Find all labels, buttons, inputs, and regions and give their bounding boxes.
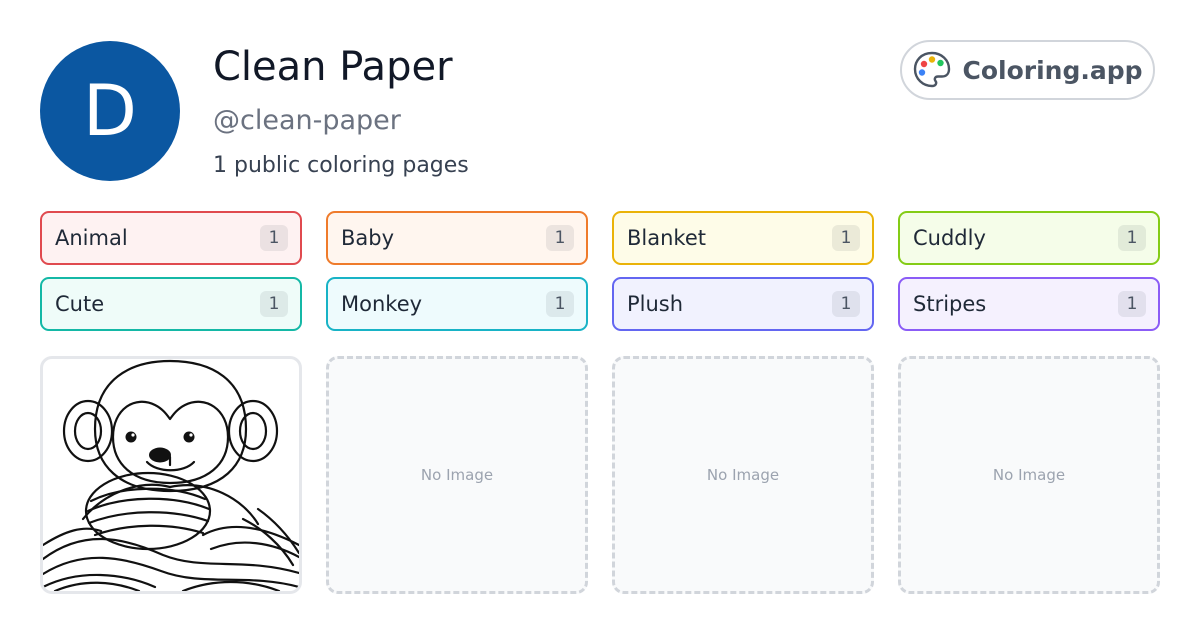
tag-label: Cuddly bbox=[913, 226, 986, 250]
coloring-page-thumbnail bbox=[43, 359, 299, 591]
page-count: 1 public coloring pages bbox=[213, 153, 469, 178]
tag-monkey[interactable]: Monkey 1 bbox=[326, 277, 588, 331]
tag-count: 1 bbox=[832, 291, 860, 317]
tag-count: 1 bbox=[546, 291, 574, 317]
coloring-page-card[interactable] bbox=[40, 356, 302, 594]
brand-button[interactable]: Coloring.app bbox=[900, 40, 1155, 100]
tag-label: Stripes bbox=[913, 292, 987, 316]
tag-count: 1 bbox=[1118, 225, 1146, 251]
no-image-label: No Image bbox=[420, 466, 494, 484]
tag-label: Monkey bbox=[341, 292, 423, 316]
coloring-page-placeholder[interactable]: No Image bbox=[898, 356, 1160, 594]
tag-count: 1 bbox=[546, 225, 574, 251]
tag-stripes[interactable]: Stripes 1 bbox=[898, 277, 1160, 331]
no-image-label: No Image bbox=[992, 466, 1066, 484]
tag-plush[interactable]: Plush 1 bbox=[612, 277, 874, 331]
avatar: D bbox=[40, 41, 180, 181]
tag-blanket[interactable]: Blanket 1 bbox=[612, 211, 874, 265]
tag-label: Plush bbox=[627, 292, 684, 316]
tag-baby[interactable]: Baby 1 bbox=[326, 211, 588, 265]
profile-name: Clean Paper bbox=[213, 44, 453, 90]
coloring-page-placeholder[interactable]: No Image bbox=[612, 356, 874, 594]
tag-label: Cute bbox=[55, 292, 105, 316]
tag-animal[interactable]: Animal 1 bbox=[40, 211, 302, 265]
no-image-label: No Image bbox=[706, 466, 780, 484]
tag-label: Baby bbox=[341, 226, 395, 250]
brand-label: Coloring.app bbox=[962, 55, 1143, 85]
tag-count: 1 bbox=[260, 225, 288, 251]
tag-cuddly[interactable]: Cuddly 1 bbox=[898, 211, 1160, 265]
tag-count: 1 bbox=[832, 225, 860, 251]
avatar-initial: D bbox=[83, 70, 137, 152]
tag-label: Blanket bbox=[627, 226, 706, 250]
tag-count: 1 bbox=[1118, 291, 1146, 317]
coloring-page-placeholder[interactable]: No Image bbox=[326, 356, 588, 594]
tag-count: 1 bbox=[260, 291, 288, 317]
tag-label: Animal bbox=[55, 226, 128, 250]
tag-cute[interactable]: Cute 1 bbox=[40, 277, 302, 331]
palette-icon bbox=[912, 50, 952, 90]
profile-handle: @clean-paper bbox=[213, 105, 401, 136]
